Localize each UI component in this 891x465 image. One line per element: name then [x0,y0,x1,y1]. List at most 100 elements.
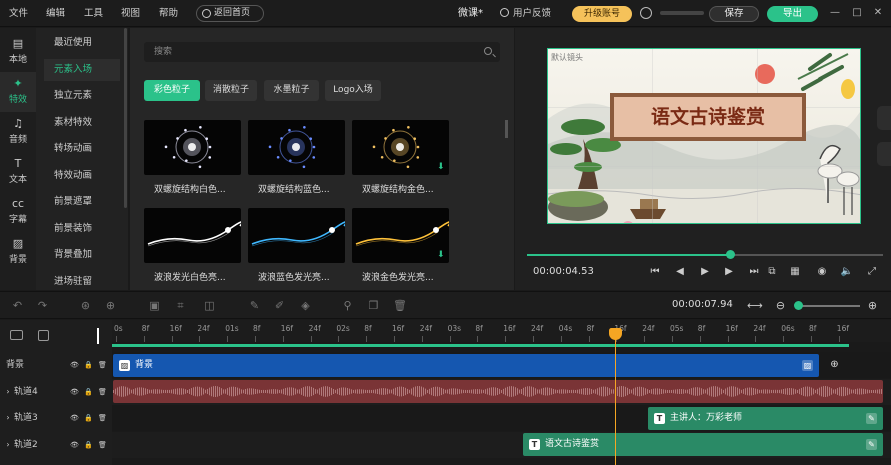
upgrade-button[interactable]: 升级账号 [572,6,632,22]
zoom-out-icon[interactable]: ⊖ [774,299,787,312]
maximize-icon[interactable]: □ [850,6,864,20]
trash-icon[interactable]: 🗑 [98,414,107,422]
menu-edit[interactable]: 编辑 [46,0,65,27]
nav-item-4[interactable]: cc 字幕 [0,192,36,232]
add-clip-icon[interactable]: ⊕ [829,359,840,370]
lock-icon[interactable]: 🔒 [84,414,93,422]
download-icon[interactable]: ⬇ [437,163,446,172]
nav-item-1[interactable]: ✦ 特效 [0,72,36,112]
trash-icon[interactable]: 🗑 [98,388,107,396]
side-tool-button[interactable] [877,106,891,130]
category-item[interactable]: 特效动画 [44,165,120,187]
timeline-clip[interactable]: T 主讲人：万彩老师 ✎ [648,406,883,430]
effect-thumbnail[interactable]: ⬇ [352,120,449,175]
lock-button[interactable] [877,142,891,166]
timeline-clip[interactable] [113,380,883,403]
subtab-2[interactable]: 水墨粒子 [264,80,319,101]
category-item[interactable]: 素材特效 [44,112,120,134]
fit-icon[interactable]: ▣ [148,299,161,312]
zoom-slider[interactable] [800,305,860,307]
lock-icon[interactable]: 🔒 [84,388,93,396]
save-button[interactable]: 保存 [709,6,759,22]
download-icon[interactable]: ⬇ [437,251,446,260]
category-item[interactable]: 最近使用 [44,32,120,54]
undo-icon[interactable]: ↶ [11,299,24,312]
effect-thumbnail[interactable] [248,208,345,263]
snapshot-icon[interactable]: ◉ [815,265,829,279]
trash-icon[interactable]: 🗑 [98,441,107,449]
eye-icon[interactable]: 👁 [70,414,79,422]
effect-thumbnail[interactable] [248,120,345,175]
menu-file[interactable]: 文件 [9,0,28,27]
category-item[interactable]: 元素入场 [44,58,120,81]
eye-icon[interactable]: 👁 [70,441,79,449]
zoom-knob[interactable] [794,301,803,310]
minimize-icon[interactable]: — [828,6,842,20]
eye-icon[interactable]: 👁 [70,361,79,369]
copy-icon[interactable]: ❐ [367,299,380,312]
start-marker[interactable] [97,328,99,344]
home-button[interactable]: 返回首页 [196,5,264,22]
category-item[interactable]: 背景叠加 [44,244,120,266]
progress-knob[interactable] [725,250,735,259]
preview-canvas[interactable]: 默认镜头 语文古诗鉴赏 [547,48,861,224]
timeline-ruler[interactable]: 0s 8f 16f 24f 01s 8f 16f 24f 02s 8f 16f 24f 03s 8f 16f… [112,320,891,342]
avatar-icon[interactable] [640,7,652,19]
lock-icon[interactable]: 🔒 [84,361,93,369]
export-button[interactable]: 导出 [767,6,818,22]
track-settings-icon[interactable] [10,330,23,340]
target-icon[interactable]: ⊕ [104,299,117,312]
menu-help[interactable]: 帮助 [159,0,178,27]
title-plaque[interactable]: 语文古诗鉴赏 [610,93,806,141]
trash-icon[interactable]: 🗑 [393,299,407,312]
nav-item-5[interactable]: ▨ 背景 [0,232,36,272]
effect-thumbnail[interactable]: ⬇ [352,208,449,263]
subtab-1[interactable]: 消散粒子 [205,80,257,101]
step-back-icon[interactable]: ◀ [673,265,687,279]
subtab-3[interactable]: Logo入场 [325,80,381,101]
trash-icon[interactable]: 🗑 [98,361,107,369]
stamp-icon[interactable]: ⚲ [341,299,354,312]
volume-icon[interactable]: 🔈 [840,265,854,279]
panel-scrollbar[interactable] [505,120,508,138]
fit-timeline-icon[interactable]: ⟷ [747,299,763,312]
expand-chevron-icon[interactable]: › [4,414,12,422]
timeline-range-bar[interactable] [112,344,849,347]
crop-icon[interactable]: ⌗ [174,299,187,312]
next-frame-icon[interactable]: ⏭ [747,265,761,279]
effects-edit-icon[interactable]: ✎ [248,299,261,312]
category-item[interactable]: 进场驻留 [44,271,120,293]
feedback-link[interactable]: 用户反馈 [500,0,551,27]
search-input[interactable]: 搜索 [144,42,500,62]
close-icon[interactable]: ✕ [871,6,885,20]
layers-icon[interactable]: ◈ [299,299,312,312]
step-forward-icon[interactable]: ▶ [722,265,736,279]
timeline-clip[interactable]: ▨ 背景 ▨ [113,353,819,377]
split-icon[interactable]: ◫ [203,299,216,312]
timeline-clip[interactable]: T 语文古诗鉴赏 ✎ [523,433,883,456]
screen-record-icon[interactable]: ⧉ [765,265,779,279]
category-item[interactable]: 前景装饰 [44,218,120,240]
grid-icon[interactable]: ▦ [788,265,802,279]
redo-icon[interactable]: ↷ [36,299,49,312]
effect-thumbnail[interactable] [144,120,241,175]
zoom-in-icon[interactable]: ⊕ [866,299,879,312]
fullscreen-icon[interactable]: ⤢ [865,265,879,279]
subtab-0[interactable]: 彩色粒子 [144,80,200,101]
category-item[interactable]: 独立元素 [44,85,120,107]
search-icon[interactable] [484,47,492,55]
pen-icon[interactable]: ✐ [273,299,286,312]
category-item[interactable]: 前景遮罩 [44,191,120,213]
nav-item-0[interactable]: ▤ 本地 [0,32,36,72]
play-icon[interactable]: ▶ [698,265,712,279]
clip-effect-icon[interactable]: ✎ [866,412,877,424]
prev-frame-icon[interactable]: ⏮ [648,265,662,279]
nav-item-3[interactable]: T 文本 [0,152,36,192]
category-item[interactable]: 转场动画 [44,138,120,160]
effect-thumbnail[interactable] [144,208,241,263]
add-track-icon[interactable] [38,330,49,341]
anchor-icon[interactable]: ⊛ [79,299,92,312]
category-scrollbar[interactable] [124,28,127,208]
menu-tools[interactable]: 工具 [84,0,103,27]
clip-effect-icon[interactable]: ▨ [802,359,813,371]
